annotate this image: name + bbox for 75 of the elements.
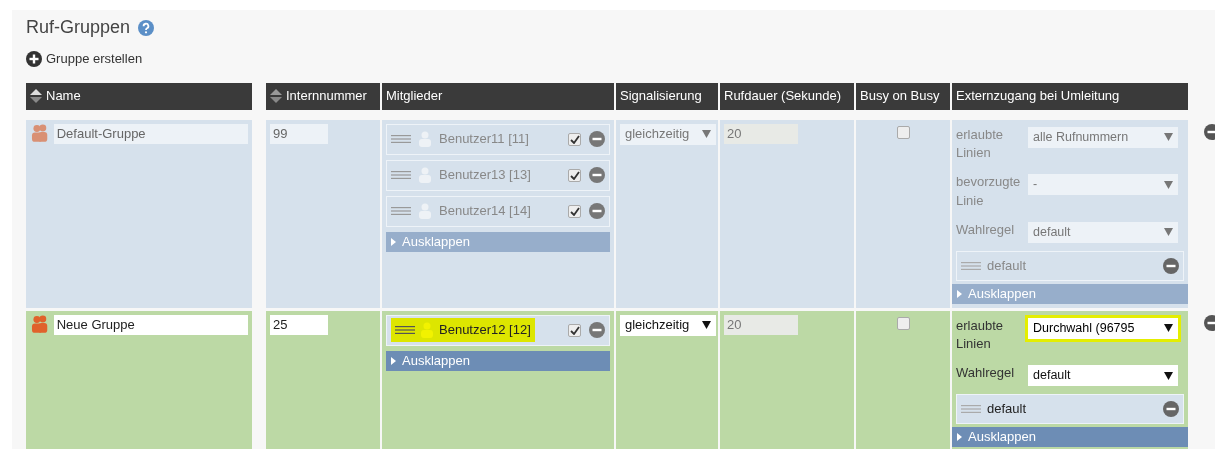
expand-arrow-icon (391, 356, 396, 365)
caret-icon (1164, 228, 1173, 237)
column-header[interactable]: Internnummer (266, 82, 380, 110)
remove-icon[interactable] (589, 322, 605, 338)
checkbox[interactable] (568, 168, 581, 182)
caret-icon (1164, 371, 1173, 380)
expand-arrow-icon (957, 433, 962, 442)
dropdown[interactable]: Durchwahl (96795 (1028, 317, 1178, 339)
remove-icon[interactable] (1163, 401, 1179, 418)
caret-icon (1164, 133, 1173, 141)
page-title: Ruf-Gruppen (26, 16, 131, 39)
remove-icon[interactable] (1204, 123, 1215, 140)
field-label: erlaubte Linien (956, 316, 1004, 354)
rule-name: default (987, 257, 1027, 276)
remove-icon[interactable] (589, 131, 605, 147)
drag-handle-icon[interactable] (395, 325, 415, 335)
checkbox[interactable] (568, 204, 581, 218)
remove-icon[interactable] (589, 203, 605, 219)
caret-icon (1164, 180, 1173, 189)
drag-handle-icon[interactable] (391, 206, 411, 216)
duration-field[interactable]: 20 (724, 123, 798, 144)
rule-name: default (987, 400, 1027, 419)
caret-icon (702, 130, 711, 138)
remove-icon[interactable] (1204, 314, 1215, 331)
plus-icon (26, 50, 42, 67)
sort-icon (270, 89, 282, 103)
member-name: Benutzer13 [13] (439, 166, 531, 185)
expand-arrow-icon (391, 237, 396, 246)
caret-icon (1164, 324, 1173, 332)
checkbox[interactable] (568, 323, 581, 337)
extension-field[interactable]: 99 (270, 123, 328, 144)
dropdown[interactable]: default (1028, 221, 1178, 243)
remove-icon[interactable] (589, 167, 605, 183)
expand-button[interactable]: Ausklappen (386, 350, 610, 371)
column-header: Busy on Busy (856, 82, 950, 110)
checkbox[interactable] (568, 132, 581, 146)
member-name: Benutzer14 [14] (439, 202, 531, 221)
checkbox[interactable] (896, 125, 910, 139)
drag-handle-icon[interactable] (391, 170, 411, 180)
create-group-link[interactable]: Gruppe erstellen (26, 49, 143, 69)
field-label: bevorzugte Linie (956, 173, 1022, 211)
caret-icon (702, 321, 711, 329)
drag-handle-icon[interactable] (961, 260, 981, 271)
column-header: Rufdauer (Sekunde) (720, 82, 854, 110)
group-name-field[interactable]: Neue Gruppe (53, 314, 248, 335)
checkbox[interactable] (896, 316, 910, 330)
column-header[interactable]: Name (26, 82, 252, 110)
user-icon (419, 131, 431, 147)
column-header: Signalisierung (616, 82, 718, 110)
dropdown[interactable]: alle Rufnummern (1028, 126, 1178, 148)
user-icon (419, 203, 431, 219)
drag-handle-icon[interactable] (391, 134, 411, 144)
group-icon (30, 314, 50, 333)
dropdown[interactable]: - (1028, 174, 1178, 196)
extension-field[interactable]: 25 (270, 314, 328, 335)
user-icon (419, 167, 431, 183)
duration-field[interactable]: 20 (724, 314, 798, 335)
signaling-select[interactable]: gleichzeitig (620, 123, 716, 145)
signaling-select[interactable]: gleichzeitig (620, 314, 716, 336)
column-header: Mitglieder (382, 82, 614, 110)
expand-arrow-icon (957, 289, 962, 298)
member-name: Benutzer12 [12] (439, 321, 531, 340)
dropdown[interactable]: default (1028, 365, 1178, 387)
group-name-field[interactable]: Default-Gruppe (53, 123, 248, 144)
remove-icon[interactable] (1163, 257, 1179, 274)
sort-icon (30, 89, 42, 103)
expand-button[interactable]: Ausklappen (952, 427, 1188, 448)
help-icon[interactable] (138, 19, 155, 36)
member-name: Benutzer11 [11] (439, 130, 529, 149)
column-header: Externzugang bei Umleitung (952, 82, 1188, 110)
drag-handle-icon[interactable] (961, 404, 981, 415)
field-label: erlaubte Linien (956, 125, 1004, 163)
group-icon (30, 123, 50, 142)
field-label: Wahlregel (956, 220, 1016, 239)
field-label: Wahlregel (956, 364, 1016, 383)
